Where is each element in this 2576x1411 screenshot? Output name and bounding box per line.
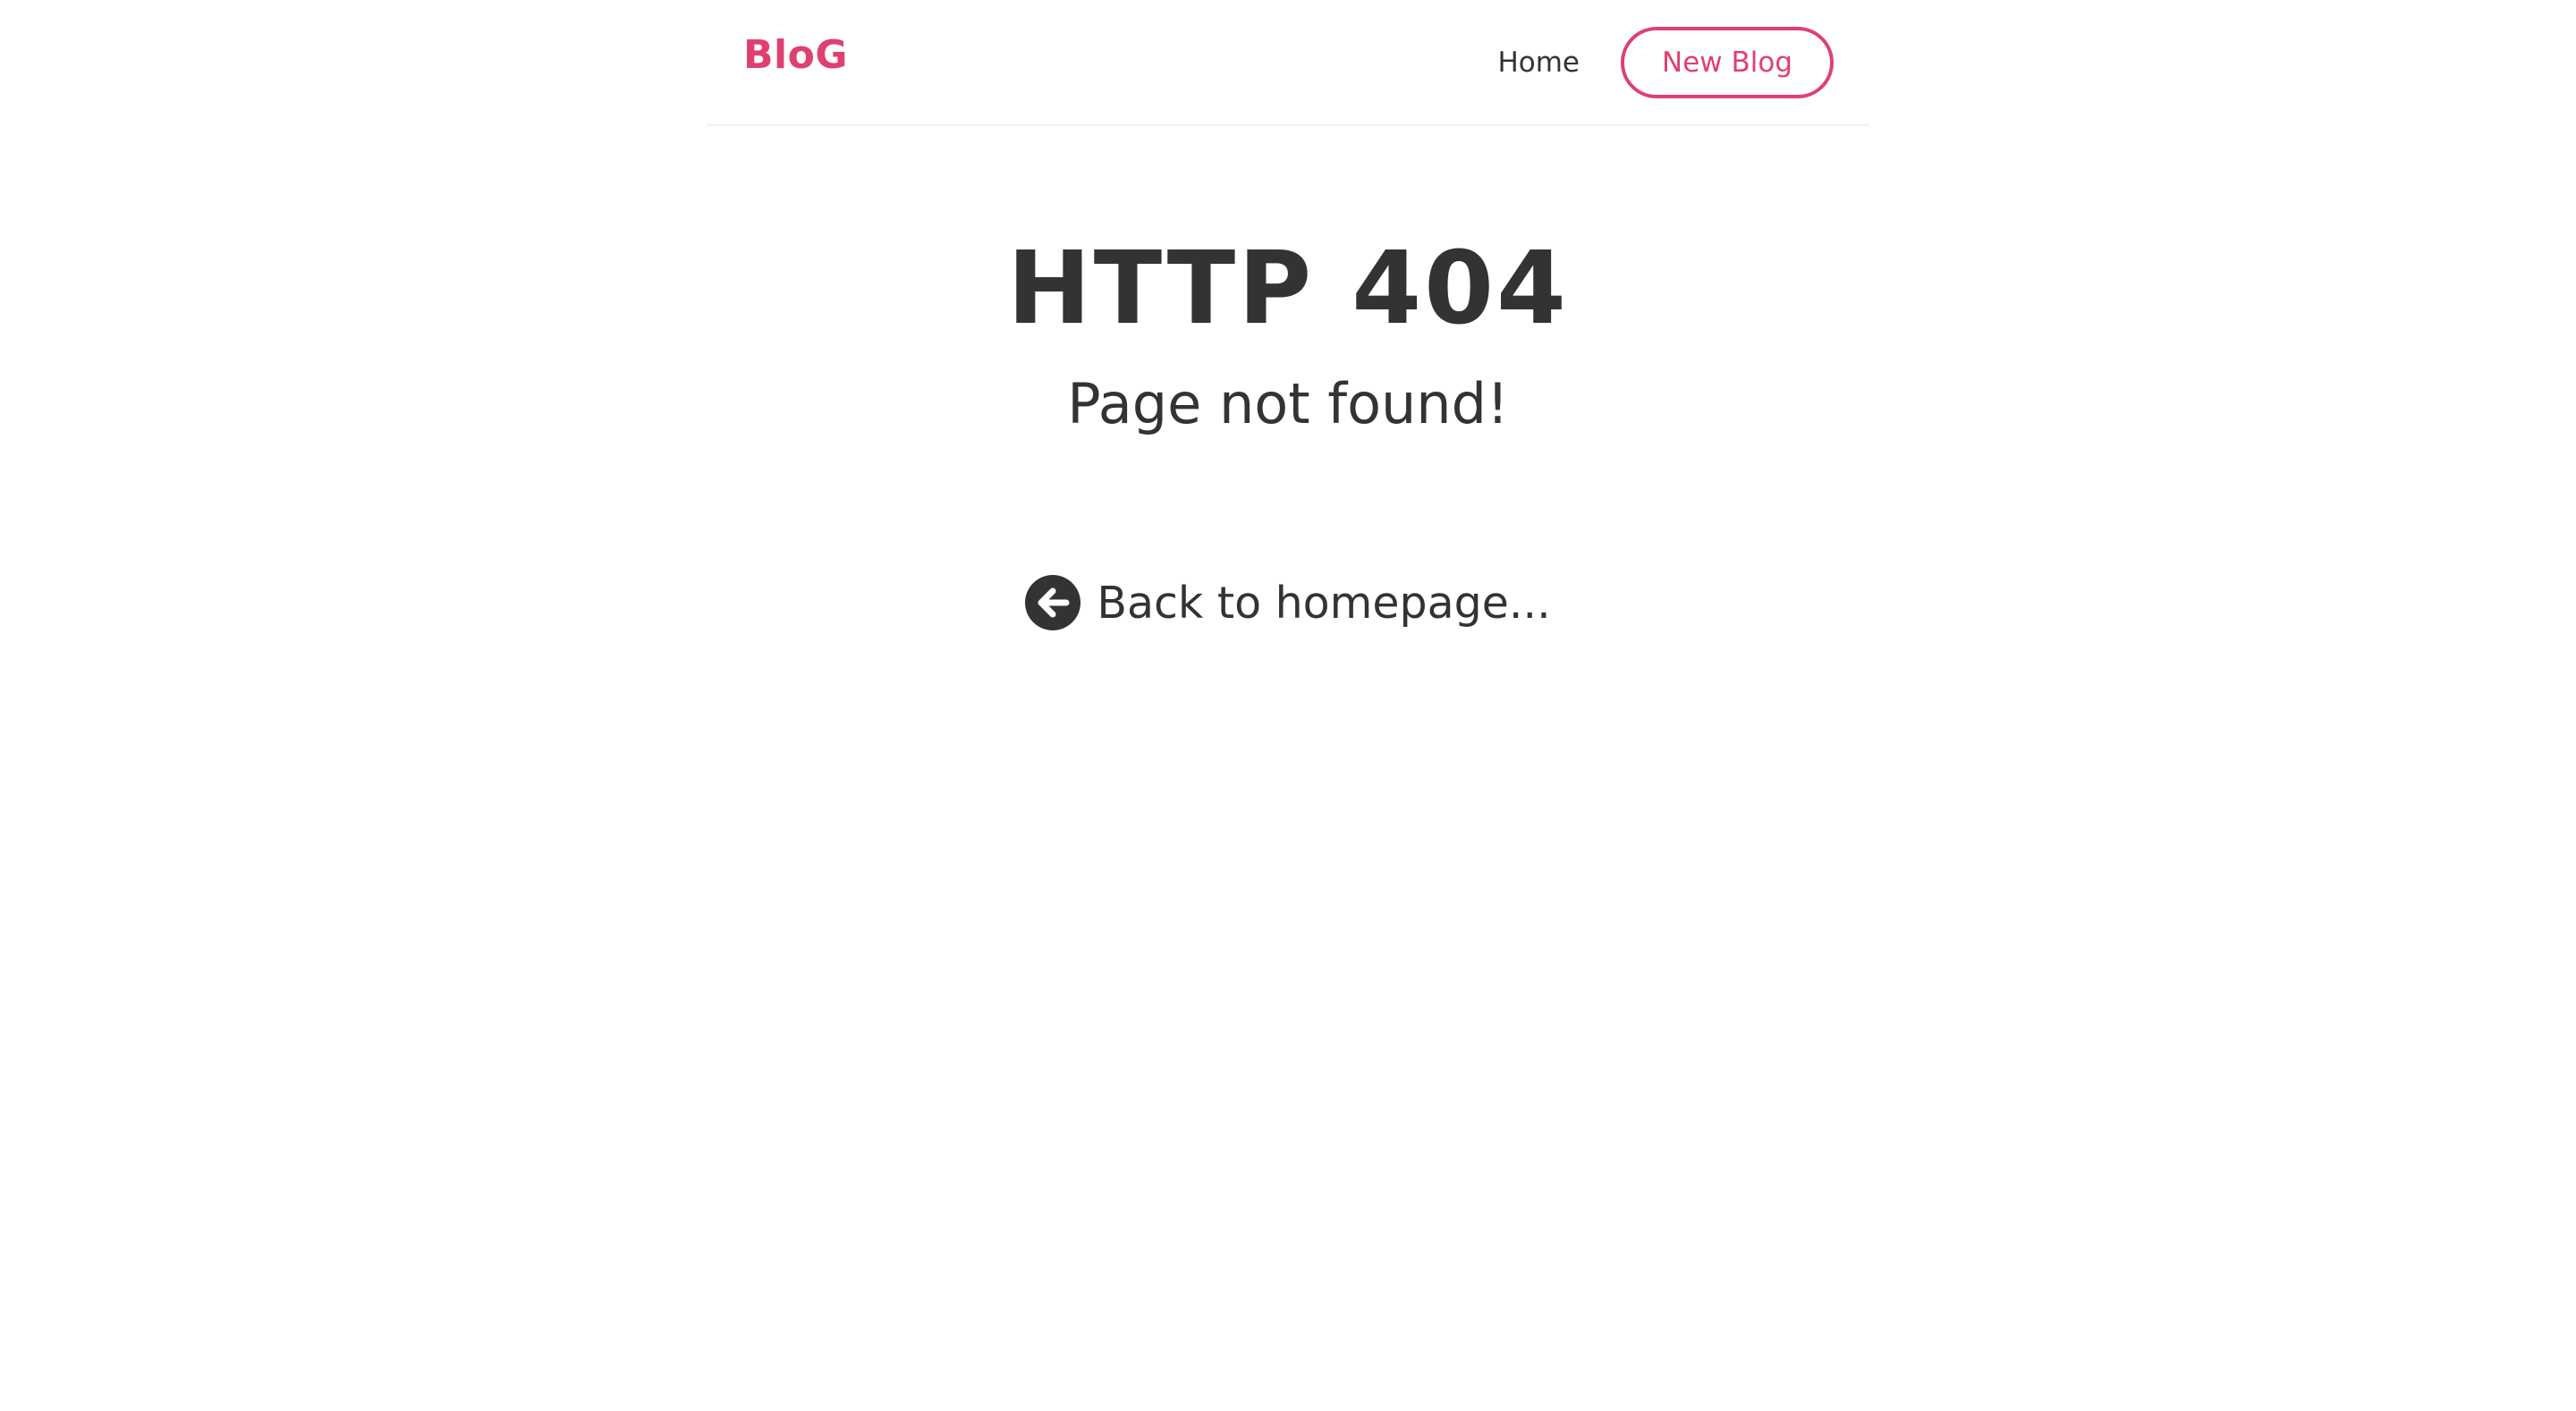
back-link-label: Back to homepage...	[1097, 577, 1551, 629]
nav-links: Home New Blog	[1497, 27, 1834, 98]
error-message: Page not found!	[1067, 371, 1509, 436]
page-container: BloG Home New Blog HTTP 404 Page not fou…	[707, 0, 1869, 1411]
arrow-left-circle-icon	[1025, 575, 1081, 630]
error-title: HTTP 404	[1007, 231, 1569, 347]
back-to-homepage-link[interactable]: Back to homepage...	[1025, 575, 1551, 630]
brand-logo-link[interactable]: BloG	[743, 32, 848, 78]
new-blog-button[interactable]: New Blog	[1621, 27, 1834, 98]
error-content: HTTP 404 Page not found! Back to homepag…	[707, 126, 1869, 634]
navbar: BloG Home New Blog	[707, 0, 1869, 126]
nav-home-link[interactable]: Home	[1497, 46, 1580, 79]
